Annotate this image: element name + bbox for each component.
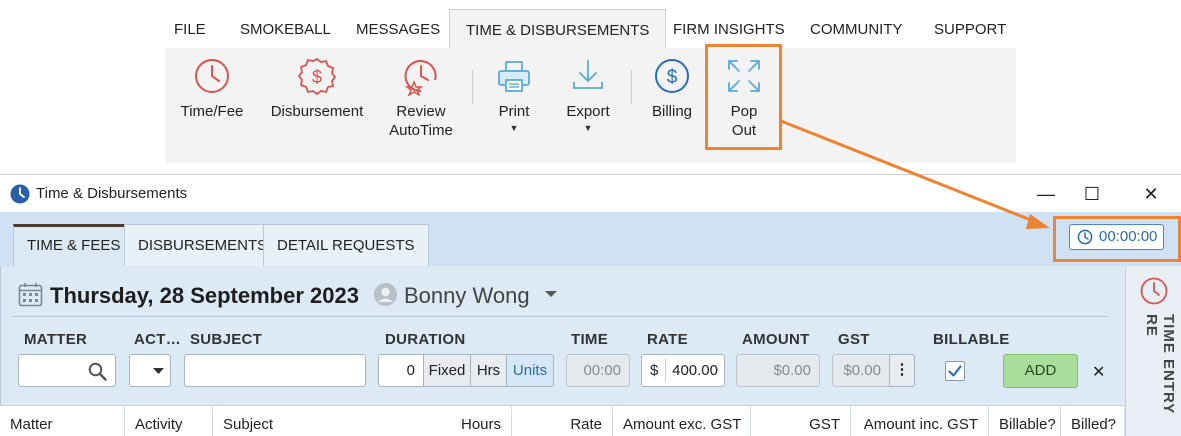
subject-input[interactable] — [184, 354, 366, 387]
duration-input[interactable]: 0 — [378, 354, 424, 387]
entry-date[interactable]: Thursday, 28 September 2023 — [50, 283, 359, 309]
column-header-billed[interactable]: Billed? — [1061, 406, 1125, 436]
column-header-amount-inc-gst[interactable]: Amount inc. GST — [851, 406, 989, 436]
subject-label: SUBJECT — [190, 331, 263, 348]
column-header-rate[interactable]: Rate — [512, 406, 613, 436]
rate-currency: $ — [650, 362, 659, 379]
header-divider — [12, 316, 1108, 317]
duration-label: DURATION — [385, 331, 466, 348]
search-icon — [88, 362, 107, 381]
column-header-gst[interactable]: GST — [751, 406, 851, 436]
user-name[interactable]: Bonny Wong — [404, 283, 530, 309]
activity-label: ACT… — [134, 331, 182, 348]
amount-label: AMOUNT — [742, 331, 810, 348]
gst-input: $0.00 — [832, 354, 890, 387]
duration-fixed-button[interactable]: Fixed — [423, 354, 471, 387]
column-header-billable[interactable]: Billable? — [989, 406, 1061, 436]
rate-value: 400.00 — [672, 362, 718, 379]
rate-input[interactable]: $ 400.00 — [641, 354, 725, 387]
rate-divider — [665, 359, 666, 382]
chevron-down-icon[interactable] — [544, 290, 558, 299]
gst-label: GST — [838, 331, 870, 348]
billable-checkbox[interactable] — [945, 361, 965, 381]
duration-hrs-button[interactable]: Hrs — [470, 354, 507, 387]
add-button[interactable]: ADD — [1003, 354, 1078, 388]
duration-units-button[interactable]: Units — [506, 354, 554, 387]
column-header-activity[interactable]: Activity — [125, 406, 213, 436]
column-header-matter[interactable]: Matter — [0, 406, 125, 436]
clear-entry-button[interactable]: ✕ — [1092, 362, 1105, 382]
activity-select[interactable] — [129, 354, 171, 387]
side-clock-icon — [1140, 277, 1168, 305]
grid-header-row: Matter Activity Subject Hours Rate Amoun… — [0, 405, 1125, 436]
user-avatar-icon — [374, 283, 397, 306]
calendar-icon[interactable] — [18, 282, 43, 307]
side-panel-label: TIME ENTRY RE — [1143, 314, 1177, 415]
column-header-hours[interactable]: Hours — [362, 406, 512, 436]
checkmark-icon — [948, 365, 962, 377]
matter-label: MATTER — [24, 331, 88, 348]
column-header-amount-exc-gst[interactable]: Amount exc. GST — [613, 406, 751, 436]
rate-label: RATE — [647, 331, 688, 348]
gst-options-button[interactable]: ⋮ — [889, 354, 915, 387]
more-vertical-icon: ⋮ — [894, 361, 910, 378]
time-input[interactable]: 00:00 — [566, 354, 630, 387]
matter-search-input[interactable] — [18, 354, 116, 387]
billable-label: BILLABLE — [933, 331, 1010, 348]
time-label: TIME — [571, 331, 609, 348]
chevron-down-icon — [153, 368, 164, 374]
amount-input: $0.00 — [736, 354, 820, 387]
